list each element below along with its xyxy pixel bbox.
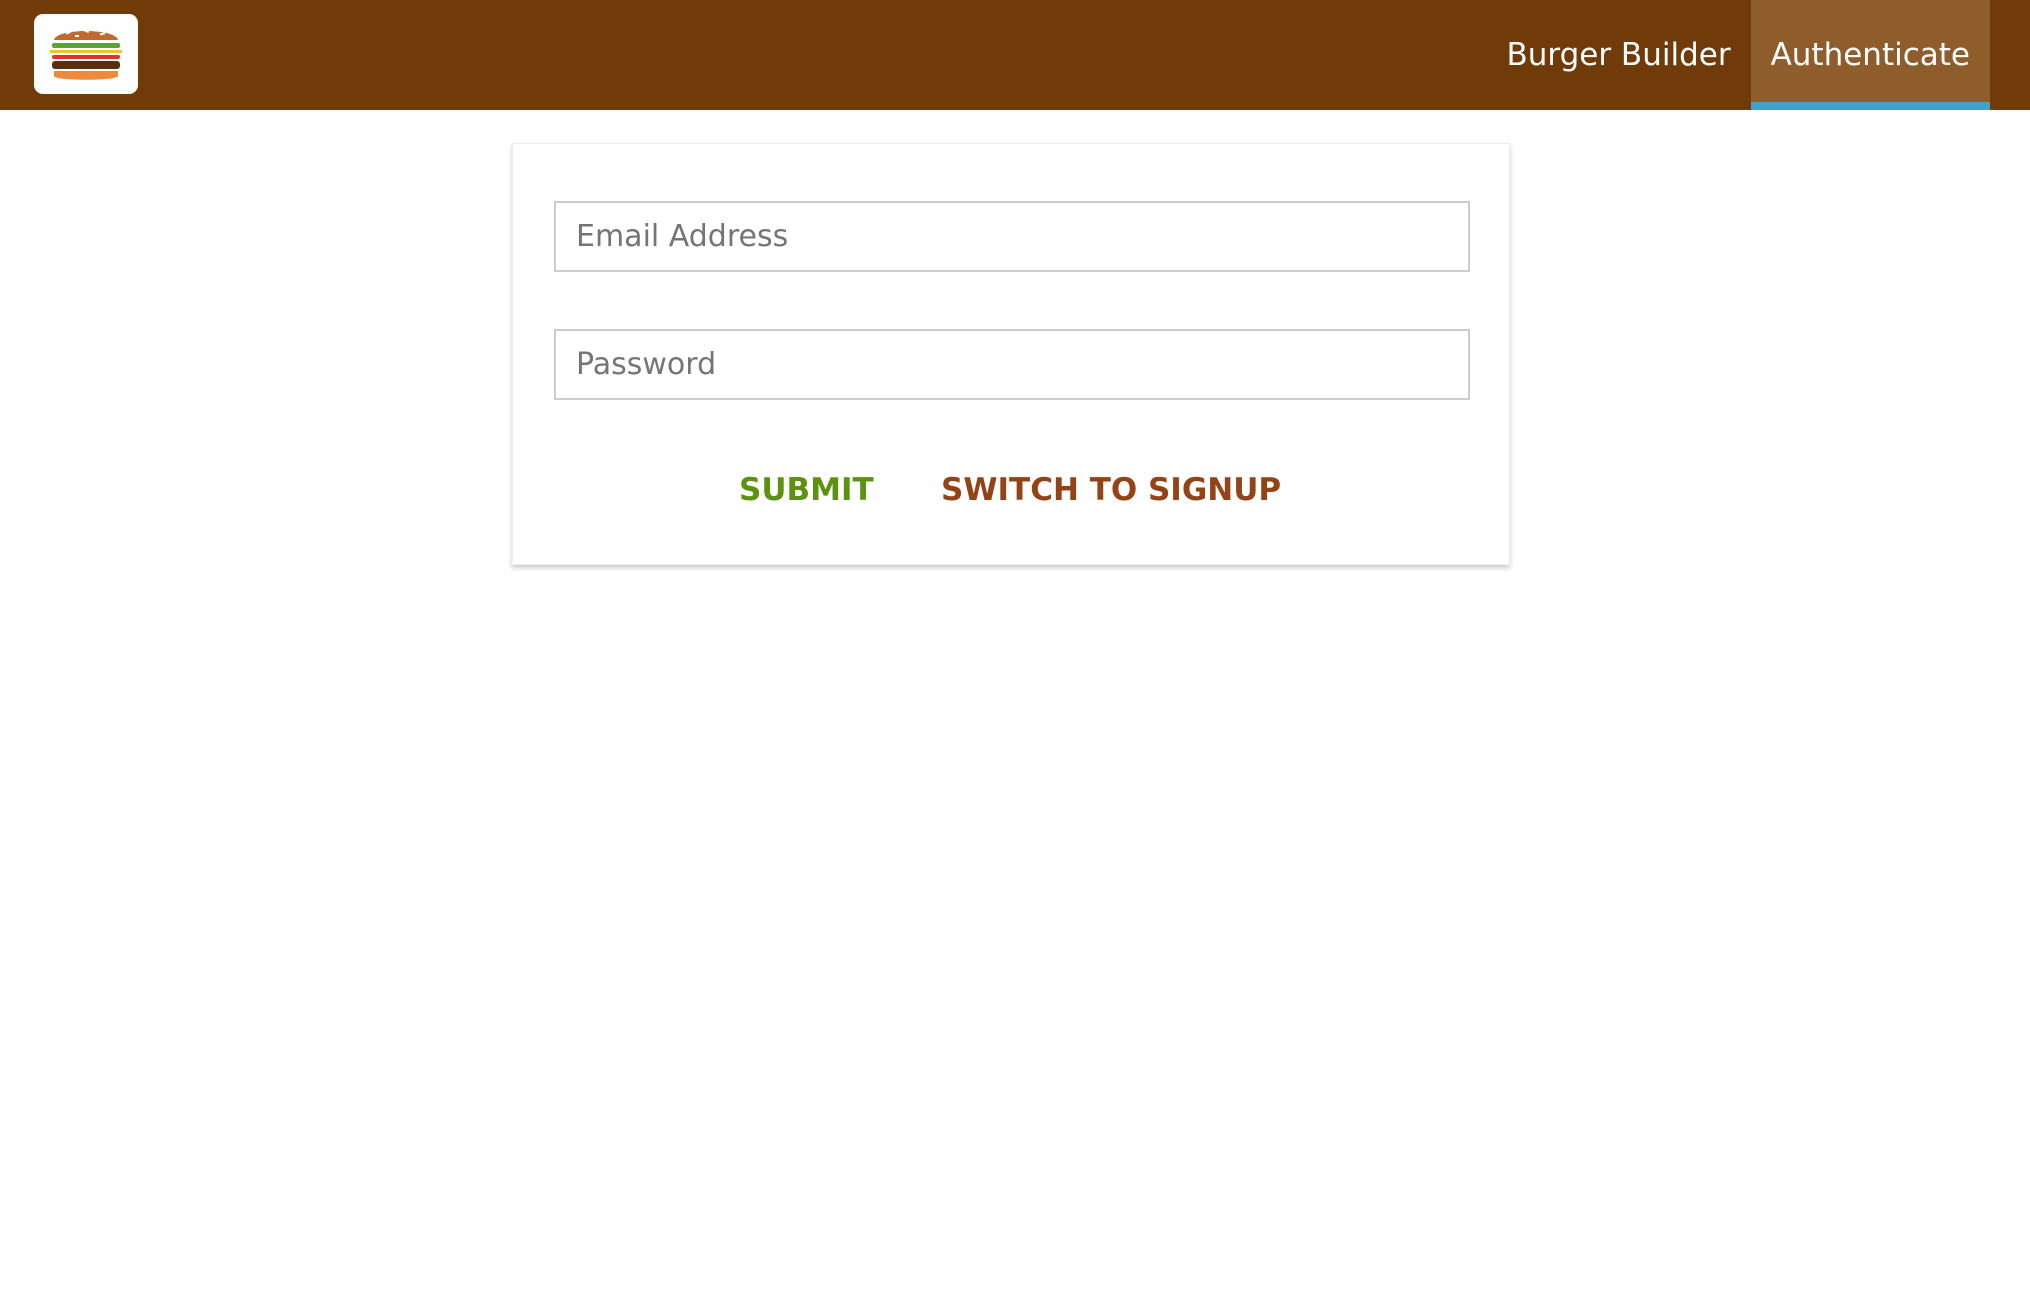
navigation-items: Burger Builder Authenticate [1486,0,1990,110]
burger-logo-icon [50,29,122,80]
toolbar: Burger Builder Authenticate [0,0,2030,110]
email-input[interactable] [554,201,1470,272]
auth-form: SUBMIT SWITCH TO SIGNUP [512,143,1510,565]
password-input[interactable] [554,329,1470,400]
submit-button[interactable]: SUBMIT [739,462,874,518]
burger-logo[interactable] [34,14,138,94]
switch-to-signup-button[interactable]: SWITCH TO SIGNUP [941,462,1281,518]
nav-item-burger-builder[interactable]: Burger Builder [1486,0,1750,110]
nav-item-authenticate[interactable]: Authenticate [1750,0,1990,110]
